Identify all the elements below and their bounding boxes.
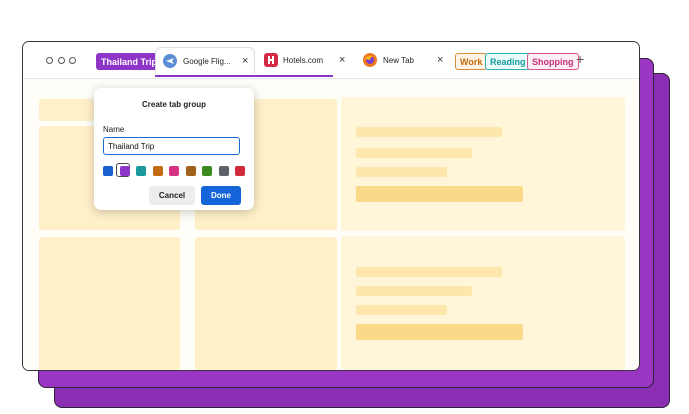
color-swatch[interactable]	[152, 166, 163, 176]
airplane-icon	[163, 54, 177, 68]
tab-title: Google Flig...	[183, 57, 231, 66]
done-button[interactable]: Done	[201, 186, 241, 205]
hotels-icon	[264, 53, 278, 67]
create-tab-group-dialog: Create tab group Name Cancel Done	[94, 88, 254, 210]
color-swatch[interactable]	[119, 166, 130, 176]
window-control-circle-3[interactable]	[69, 57, 76, 64]
placeholder-button	[356, 324, 523, 340]
placeholder-card	[341, 236, 625, 370]
tab-group-label-reading[interactable]: Reading	[485, 53, 531, 70]
cancel-button[interactable]: Cancel	[149, 186, 195, 205]
placeholder-line	[356, 305, 447, 315]
tab-google-flights[interactable]: Google Flig... ×	[155, 47, 255, 74]
tab-title: Hotels.com	[283, 56, 324, 65]
color-swatch[interactable]	[202, 166, 212, 176]
tab-group-label-work[interactable]: Work	[455, 53, 488, 70]
placeholder-block	[39, 99, 94, 121]
tab-group-label-shopping[interactable]: Shopping	[527, 53, 579, 70]
color-swatch[interactable]	[235, 166, 245, 176]
placeholder-button	[356, 186, 523, 202]
color-swatch[interactable]	[103, 166, 113, 176]
placeholder-line	[356, 267, 502, 277]
group-underline	[155, 75, 333, 77]
placeholder-block	[195, 237, 337, 370]
new-tab-button[interactable]: +	[576, 51, 584, 67]
window-control-circle-2[interactable]	[58, 57, 65, 64]
placeholder-line	[356, 127, 502, 137]
placeholder-line	[356, 148, 472, 158]
firefox-icon	[363, 53, 377, 67]
tab-title: New Tab	[383, 56, 414, 65]
tab-group-label-thailand-trip[interactable]: Thailand Trip	[96, 53, 163, 70]
color-swatch[interactable]	[185, 166, 196, 176]
color-swatch[interactable]	[218, 166, 229, 176]
dialog-title: Create tab group	[141, 100, 206, 109]
placeholder-block	[39, 237, 180, 370]
close-tab-icon[interactable]: ×	[242, 55, 248, 67]
color-swatch[interactable]	[136, 166, 146, 176]
name-label: Name	[103, 125, 125, 134]
placeholder-card	[341, 97, 625, 231]
tab-bar: Thailand Trip Google Flig... × Hotels.co…	[23, 42, 639, 78]
color-swatch[interactable]	[169, 166, 179, 176]
placeholder-line	[356, 286, 472, 296]
placeholder-line	[356, 167, 447, 177]
window-control-circle-1[interactable]	[46, 57, 53, 64]
group-name-input[interactable]	[103, 137, 240, 155]
tab-new-tab[interactable]: New Tab ×	[359, 47, 449, 74]
close-tab-icon[interactable]: ×	[339, 54, 345, 66]
tab-hotels[interactable]: Hotels.com ×	[259, 47, 351, 74]
close-tab-icon[interactable]: ×	[437, 54, 443, 66]
